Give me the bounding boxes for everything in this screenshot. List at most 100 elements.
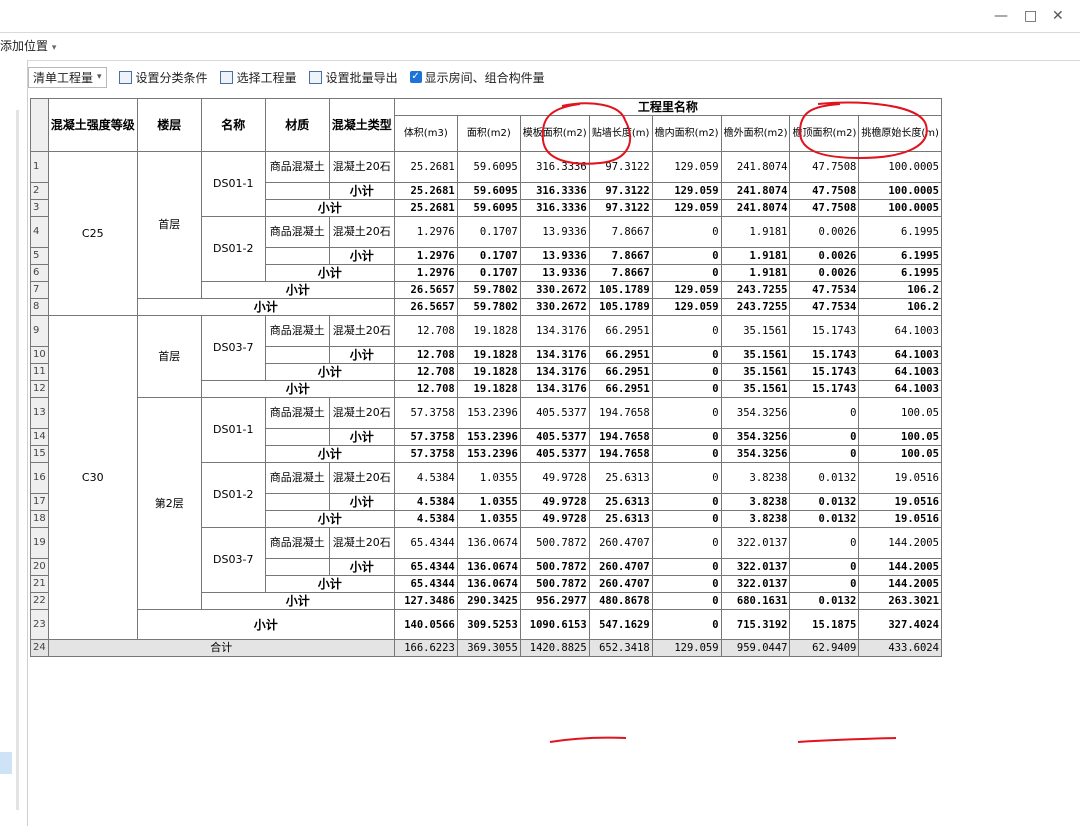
cell-top-area[interactable]: 47.7534	[789, 281, 860, 299]
cell-eave-length[interactable]: 327.4024	[858, 609, 942, 640]
cell-eave-length[interactable]: 6.1995	[858, 264, 942, 282]
cell-top-area[interactable]: 62.9409	[789, 639, 860, 657]
material-cell[interactable]: 商品混凝土	[264, 315, 330, 347]
minimize-button[interactable]: —	[994, 8, 1008, 24]
cell-eave-length[interactable]: 64.1003	[858, 346, 942, 364]
list-quantity-dropdown[interactable]: 清单工程量 ▾	[28, 66, 107, 88]
cell-inner-area[interactable]: 0	[651, 247, 722, 265]
cell-outer-area[interactable]: 3.8238	[720, 510, 791, 528]
cell-formwork[interactable]: 13.9336	[519, 264, 590, 282]
cell-top-area[interactable]: 0	[789, 558, 860, 576]
cell-outer-area[interactable]: 241.8074	[720, 199, 791, 217]
cell-volume[interactable]: 127.3486	[393, 592, 458, 610]
material-cell[interactable]: 商品混凝土	[264, 527, 330, 559]
cell-inner-area[interactable]: 0	[651, 428, 722, 446]
concrete-type-cell[interactable]: 混凝土20石	[328, 462, 395, 494]
cell-wall-length[interactable]: 25.6313	[588, 462, 653, 494]
material-cell[interactable]: 商品混凝土	[264, 151, 330, 183]
cell-inner-area[interactable]: 0	[651, 397, 722, 429]
cell-top-area[interactable]: 15.1743	[789, 346, 860, 364]
header-inner-area[interactable]: 檐内面积(m2)	[651, 115, 722, 152]
select-quantity-button[interactable]: 选择工程量	[219, 69, 297, 86]
cell-inner-area[interactable]: 0	[651, 575, 722, 593]
cell-eave-length[interactable]: 100.0005	[858, 151, 942, 183]
cell-area[interactable]: 59.6095	[456, 182, 521, 200]
cell-outer-area[interactable]: 243.7255	[720, 281, 791, 299]
cell-eave-length[interactable]: 100.0005	[858, 199, 942, 217]
cell-eave-length[interactable]: 19.0516	[858, 510, 942, 528]
cell-area[interactable]: 0.1707	[456, 264, 521, 282]
cell-outer-area[interactable]: 243.7255	[720, 298, 791, 316]
header-outer-area[interactable]: 檐外面积(m2)	[720, 115, 791, 152]
cell-eave-length[interactable]: 106.2	[858, 281, 942, 299]
cell-volume[interactable]: 65.4344	[393, 558, 458, 576]
cell-formwork[interactable]: 134.3176	[519, 315, 590, 347]
cell-area[interactable]: 0.1707	[456, 247, 521, 265]
cell-formwork[interactable]: 316.3336	[519, 199, 590, 217]
cell-volume[interactable]: 12.708	[393, 363, 458, 381]
cell-eave-length[interactable]: 19.0516	[858, 462, 942, 494]
cell-wall-length[interactable]: 7.8667	[588, 247, 653, 265]
cell-area[interactable]: 136.0674	[456, 527, 521, 559]
cell-outer-area[interactable]: 322.0137	[720, 527, 791, 559]
cell-outer-area[interactable]: 322.0137	[720, 575, 791, 593]
cell-formwork[interactable]: 500.7872	[519, 527, 590, 559]
material-cell[interactable]: 商品混凝土	[264, 216, 330, 248]
cell-volume[interactable]: 26.5657	[393, 298, 458, 316]
cell-volume[interactable]: 4.5384	[393, 493, 458, 511]
cell-top-area[interactable]: 47.7508	[789, 151, 860, 183]
cell-top-area[interactable]: 15.1743	[789, 380, 860, 398]
concrete-type-cell[interactable]: 混凝土20石	[328, 151, 395, 183]
cell-outer-area[interactable]: 35.1561	[720, 363, 791, 381]
cell-area[interactable]: 59.6095	[456, 199, 521, 217]
cell-top-area[interactable]: 47.7508	[789, 199, 860, 217]
cell-volume[interactable]: 4.5384	[393, 462, 458, 494]
cell-top-area[interactable]: 0	[789, 527, 860, 559]
cell-wall-length[interactable]: 25.6313	[588, 510, 653, 528]
name-cell[interactable]: DS01-1	[200, 397, 266, 463]
cell-eave-length[interactable]: 106.2	[858, 298, 942, 316]
cell-volume[interactable]: 57.3758	[393, 428, 458, 446]
cell-eave-length[interactable]: 144.2005	[858, 527, 942, 559]
cell-eave-length[interactable]: 100.05	[858, 445, 942, 463]
cell-top-area[interactable]: 15.1743	[789, 363, 860, 381]
left-panel-selected-item[interactable]	[0, 752, 12, 774]
cell-volume[interactable]: 12.708	[393, 380, 458, 398]
cell-outer-area[interactable]: 241.8074	[720, 182, 791, 200]
cell-inner-area[interactable]: 0	[651, 363, 722, 381]
cell-area[interactable]: 1.0355	[456, 462, 521, 494]
floor-cell[interactable]: 首层	[136, 151, 202, 299]
cell-formwork[interactable]: 316.3336	[519, 151, 590, 183]
cell-outer-area[interactable]: 1.9181	[720, 264, 791, 282]
cell-inner-area[interactable]: 129.059	[651, 199, 722, 217]
cell-formwork[interactable]: 134.3176	[519, 363, 590, 381]
cell-top-area[interactable]: 0	[789, 428, 860, 446]
cell-top-area[interactable]: 47.7508	[789, 182, 860, 200]
cell-volume[interactable]: 140.0566	[393, 609, 458, 640]
cell-volume[interactable]: 25.2681	[393, 151, 458, 183]
material-cell[interactable]: 商品混凝土	[264, 397, 330, 429]
header-wall-length[interactable]: 贴墙长度(m)	[588, 115, 653, 152]
cell-volume[interactable]: 4.5384	[393, 510, 458, 528]
cell-top-area[interactable]: 47.7534	[789, 298, 860, 316]
cell-outer-area[interactable]: 354.3256	[720, 445, 791, 463]
cell-outer-area[interactable]: 35.1561	[720, 315, 791, 347]
cell-wall-length[interactable]: 105.1789	[588, 281, 653, 299]
cell-volume[interactable]: 25.2681	[393, 199, 458, 217]
cell-inner-area[interactable]: 129.059	[651, 151, 722, 183]
cell-volume[interactable]: 26.5657	[393, 281, 458, 299]
cell-inner-area[interactable]: 0	[651, 510, 722, 528]
cell-area[interactable]: 153.2396	[456, 445, 521, 463]
cell-wall-length[interactable]: 260.4707	[588, 558, 653, 576]
cell-formwork[interactable]: 316.3336	[519, 182, 590, 200]
cell-wall-length[interactable]: 97.3122	[588, 199, 653, 217]
cell-outer-area[interactable]: 1.9181	[720, 216, 791, 248]
header-eave-length[interactable]: 挑檐原始长度(m)	[858, 115, 942, 152]
cell-inner-area[interactable]: 0	[651, 592, 722, 610]
cell-inner-area[interactable]: 0	[651, 216, 722, 248]
cell-volume[interactable]: 1.2976	[393, 247, 458, 265]
cell-outer-area[interactable]: 354.3256	[720, 397, 791, 429]
cell-inner-area[interactable]: 0	[651, 346, 722, 364]
cell-wall-length[interactable]: 480.8678	[588, 592, 653, 610]
cell-volume[interactable]: 25.2681	[393, 182, 458, 200]
